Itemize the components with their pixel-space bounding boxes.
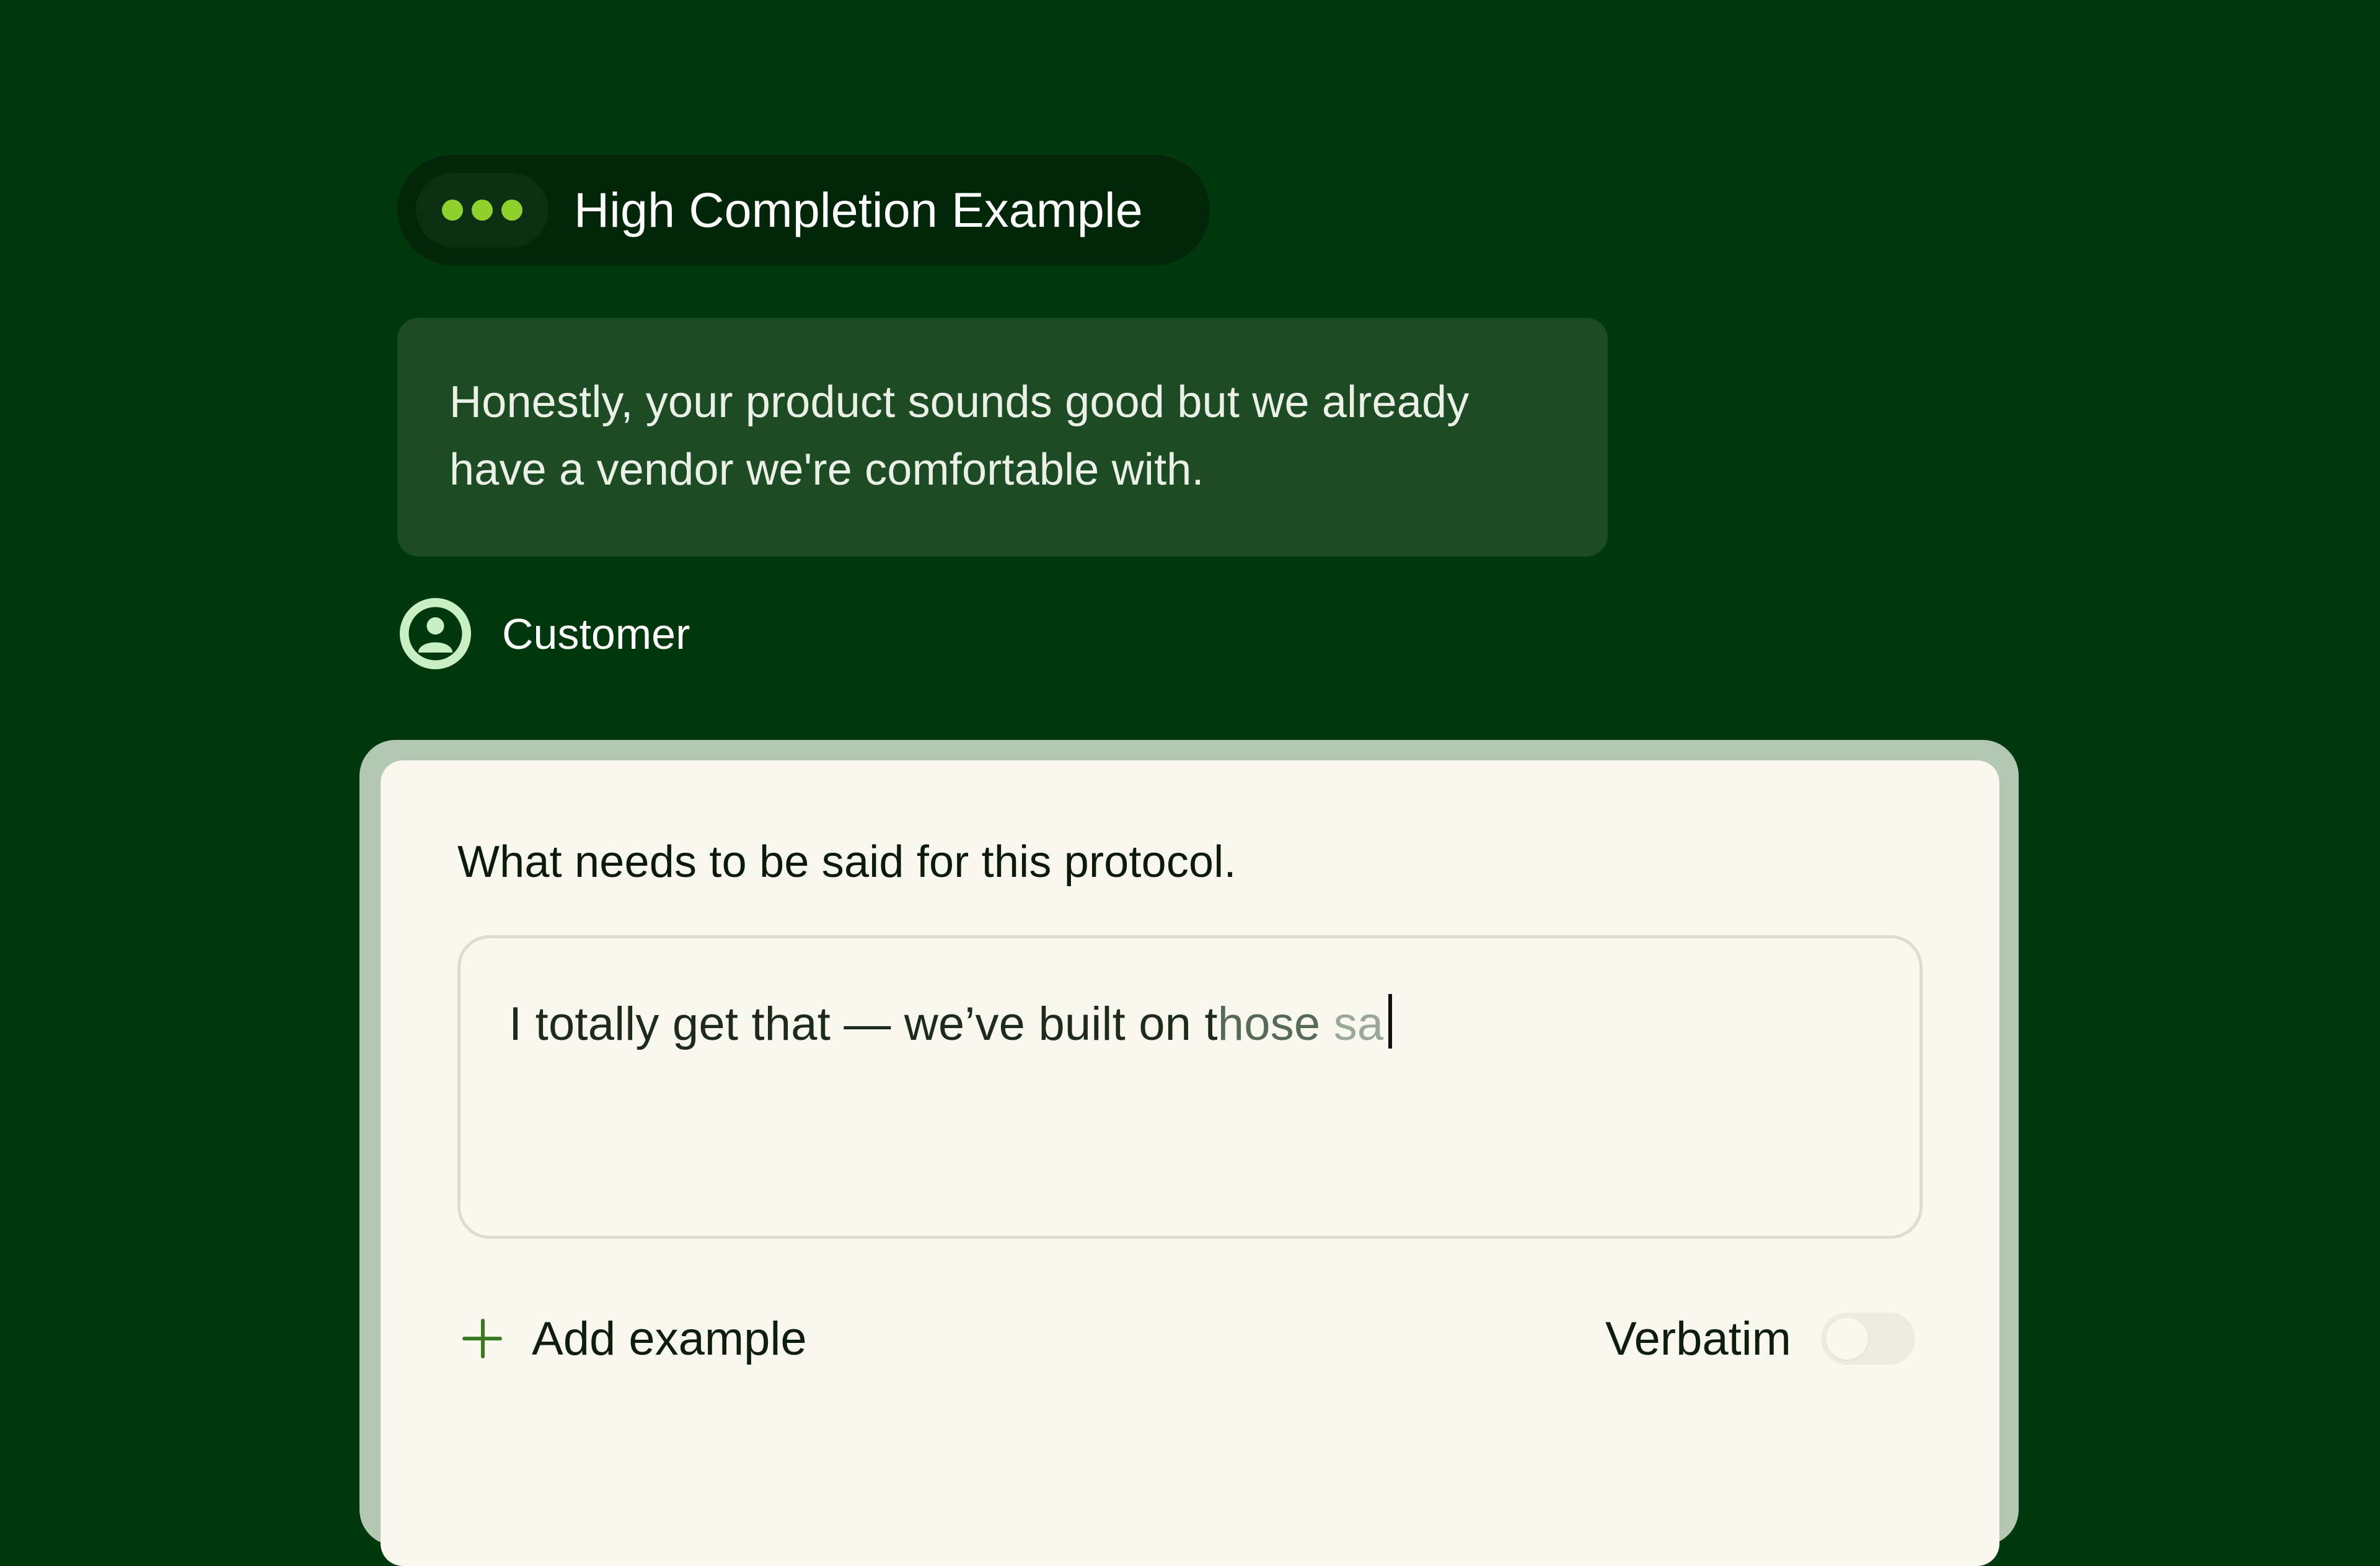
message-text: Honestly, your product sounds good but w…: [449, 377, 1470, 495]
plus-icon: [457, 1314, 507, 1363]
verbatim-toggle[interactable]: [1820, 1313, 1915, 1365]
person-avatar-icon: [400, 598, 471, 669]
dot: [472, 200, 493, 221]
dot: [501, 200, 522, 221]
response-input[interactable]: I totally get that — we’ve built on thos…: [457, 935, 1923, 1239]
verbatim-control: Verbatim: [1605, 1301, 1915, 1376]
response-input-value[interactable]: I totally get that — we’ve built on thos…: [509, 990, 1393, 1058]
three-dots-icon: [416, 173, 549, 247]
input-text: I totally get that — we’ve built on t: [509, 998, 1218, 1050]
add-example-label: Add example: [532, 1312, 807, 1365]
speaker-name: Customer: [502, 609, 690, 658]
card-heading: What needs to be said for this protocol.: [457, 837, 1236, 887]
add-example-button[interactable]: Add example: [457, 1301, 807, 1376]
status-pill: High Completion Example: [397, 155, 1210, 265]
text-cursor: [1388, 994, 1393, 1049]
toggle-knob: [1825, 1317, 1868, 1360]
input-text-fading: hose: [1217, 998, 1321, 1050]
verbatim-label: Verbatim: [1605, 1312, 1791, 1365]
speaker-row: Customer: [400, 598, 690, 669]
dot: [442, 200, 463, 221]
status-pill-label: High Completion Example: [574, 182, 1143, 237]
message-bubble: Honestly, your product sounds good but w…: [397, 318, 1608, 556]
input-text-fading: sa: [1320, 998, 1384, 1050]
